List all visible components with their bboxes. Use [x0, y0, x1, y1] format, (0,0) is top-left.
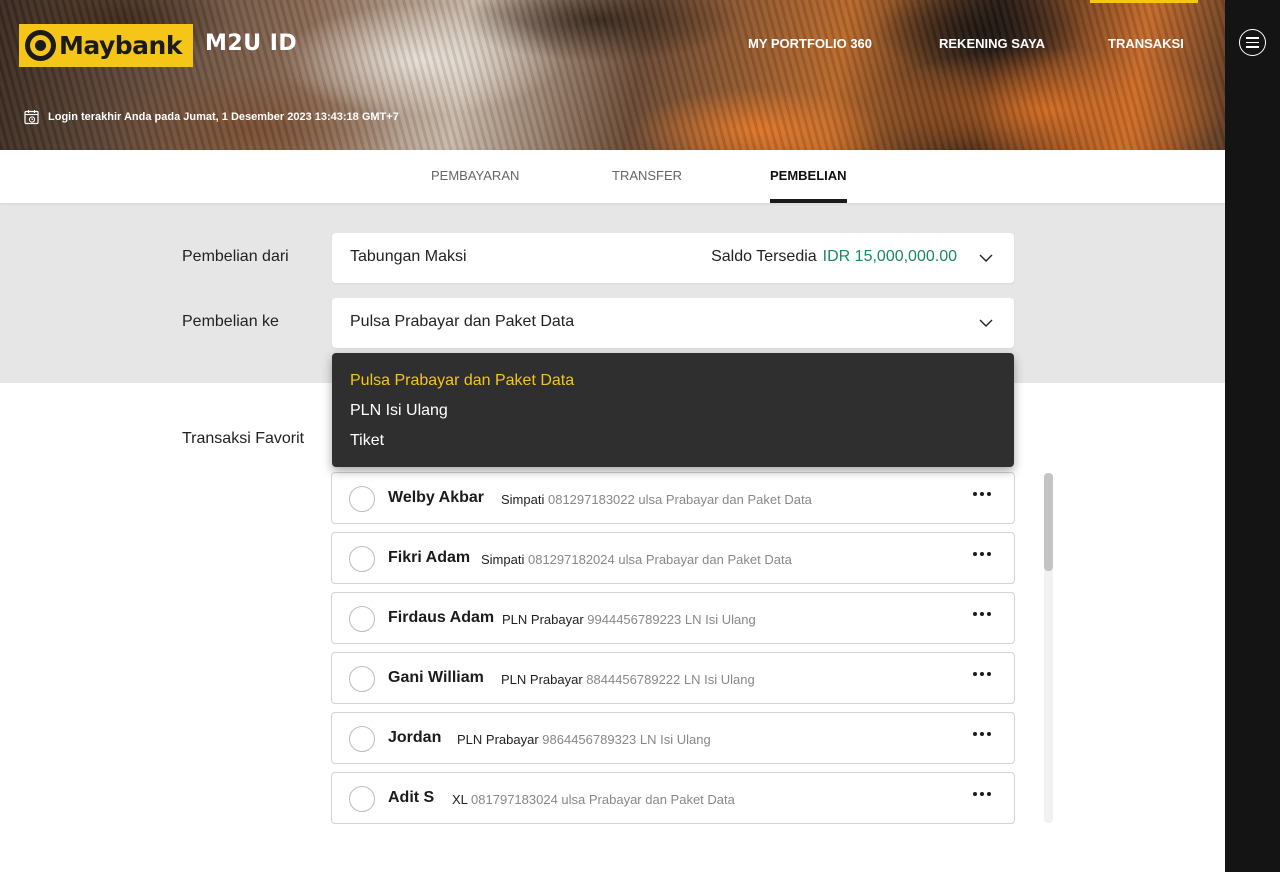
more-options-icon[interactable]	[973, 552, 991, 556]
right-rail	[1225, 0, 1280, 872]
maybank-logo[interactable]: Maybank	[19, 24, 193, 67]
last-login: Login terakhir Anda pada Jumat, 1 Desemb…	[24, 109, 399, 125]
header-banner: Maybank M2U ID MY PORTFOLIO 360 REKENING…	[0, 0, 1225, 150]
favorite-name: Fikri Adam	[388, 549, 471, 566]
app-name: M2U ID	[205, 31, 298, 56]
select-radio[interactable]	[349, 546, 375, 572]
favorite-item[interactable]: Firdaus Adam PLN Prabayar 9944456789223 …	[331, 592, 1015, 644]
dropdown-option-tiket[interactable]: Tiket	[332, 431, 1014, 461]
active-tab-underline	[770, 199, 847, 203]
select-radio[interactable]	[349, 486, 375, 512]
saldo-amount: IDR 15,000,000.00	[822, 248, 957, 265]
tiger-head-icon	[25, 30, 56, 61]
dropdown-option-pln[interactable]: PLN Isi Ulang	[332, 401, 1014, 431]
favorite-provider: XL	[452, 792, 468, 807]
favorite-name: Welby Akbar	[388, 489, 485, 506]
nav-my-portfolio[interactable]: MY PORTFOLIO 360	[748, 36, 872, 51]
chevron-down-icon	[979, 254, 993, 262]
more-options-icon[interactable]	[973, 492, 991, 496]
category-dropdown: Pulsa Prabayar dan Paket Data PLN Isi Ul…	[332, 353, 1014, 467]
hamburger-menu-icon[interactable]	[1239, 29, 1266, 56]
favorite-name: Gani William	[388, 669, 484, 686]
saldo-info: Saldo Tersedia IDR 15,000,000.00	[711, 248, 957, 266]
more-options-icon[interactable]	[973, 792, 991, 796]
favorite-provider: PLN Prabayar	[501, 672, 583, 687]
sub-tabs: PEMBAYARAN TRANSFER PEMBELIAN	[0, 150, 1225, 203]
select-radio[interactable]	[349, 726, 375, 752]
from-account-value: Tabungan Maksi	[350, 248, 467, 265]
to-category-value: Pulsa Prabayar dan Paket Data	[350, 313, 575, 330]
favorite-detail: PLN Prabayar 9944456789223 LN Isi Ulang	[502, 612, 756, 627]
favorite-name: Firdaus Adam	[388, 609, 495, 626]
favorites-scrollbar[interactable]	[1044, 473, 1053, 823]
favorite-provider: PLN Prabayar	[457, 732, 539, 747]
favorite-provider: Simpati	[481, 552, 525, 567]
from-label: Pembelian dari	[182, 248, 289, 265]
tab-pembelian[interactable]: PEMBELIAN	[770, 168, 847, 183]
nav-rekening-saya[interactable]: REKENING SAYA	[939, 36, 1045, 51]
favorite-detail: PLN Prabayar 8844456789222 LN Isi Ulang	[501, 672, 755, 687]
favorite-detail: Simpati 081297182024 ulsa Prabayar dan P…	[481, 552, 792, 567]
favorite-name: Adit S	[388, 789, 435, 806]
from-account-select[interactable]: Tabungan Maksi Saldo Tersedia IDR 15,000,…	[332, 233, 1014, 283]
tab-pembayaran[interactable]: PEMBAYARAN	[431, 168, 519, 183]
favorite-detail: XL 081797183024 ulsa Prabayar dan Paket …	[452, 792, 735, 807]
calendar-clock-icon	[24, 110, 39, 125]
favorite-detail: Simpati 081297183022 ulsa Prabayar dan P…	[501, 492, 812, 507]
favorite-number: 081297182024 ulsa Prabayar dan Paket Dat…	[527, 552, 792, 567]
favorite-item[interactable]: Welby Akbar Simpati 081297183022 ulsa Pr…	[331, 472, 1015, 524]
nav-transaksi[interactable]: TRANSAKSI	[1108, 36, 1184, 51]
favorite-item[interactable]: Fikri Adam Simpati 081297182024 ulsa Pra…	[331, 532, 1015, 584]
more-options-icon[interactable]	[973, 732, 991, 736]
favorite-detail: PLN Prabayar 9864456789323 LN Isi Ulang	[457, 732, 711, 747]
favorite-item[interactable]: Jordan PLN Prabayar 9864456789323 LN Isi…	[331, 712, 1015, 764]
last-login-text: Login terakhir Anda pada Jumat, 1 Desemb…	[48, 111, 399, 123]
chevron-down-icon	[979, 319, 993, 327]
favorite-number: 9864456789323 LN Isi Ulang	[542, 732, 711, 747]
select-radio[interactable]	[349, 786, 375, 812]
more-options-icon[interactable]	[973, 672, 991, 676]
favorite-number: 081297183022 ulsa Prabayar dan Paket Dat…	[547, 492, 812, 507]
favorite-item[interactable]: Adit S XL 081797183024 ulsa Prabayar dan…	[331, 772, 1015, 824]
favorite-number: 8844456789222 LN Isi Ulang	[586, 672, 755, 687]
favorite-item[interactable]: Gani William PLN Prabayar 8844456789222 …	[331, 652, 1015, 704]
tab-transfer[interactable]: TRANSFER	[612, 168, 682, 183]
favorite-name: Jordan	[388, 729, 442, 746]
active-nav-indicator	[1090, 0, 1198, 3]
scrollbar-thumb[interactable]	[1044, 473, 1053, 571]
to-category-select[interactable]: Pulsa Prabayar dan Paket Data	[332, 298, 1014, 348]
dropdown-option-pulsa[interactable]: Pulsa Prabayar dan Paket Data	[332, 371, 1014, 401]
select-radio[interactable]	[349, 666, 375, 692]
favorites-label: Transaksi Favorit	[182, 430, 305, 447]
favorite-number: 081797183024 ulsa Prabayar dan Paket Dat…	[471, 792, 735, 807]
more-options-icon[interactable]	[973, 612, 991, 616]
favorite-number: 9944456789223 LN Isi Ulang	[587, 612, 756, 627]
to-label: Pembelian ke	[182, 313, 279, 330]
logo-text: Maybank	[59, 31, 182, 60]
saldo-label: Saldo Tersedia	[711, 248, 817, 265]
favorite-provider: Simpati	[501, 492, 545, 507]
select-radio[interactable]	[349, 606, 375, 632]
favorite-provider: PLN Prabayar	[502, 612, 584, 627]
